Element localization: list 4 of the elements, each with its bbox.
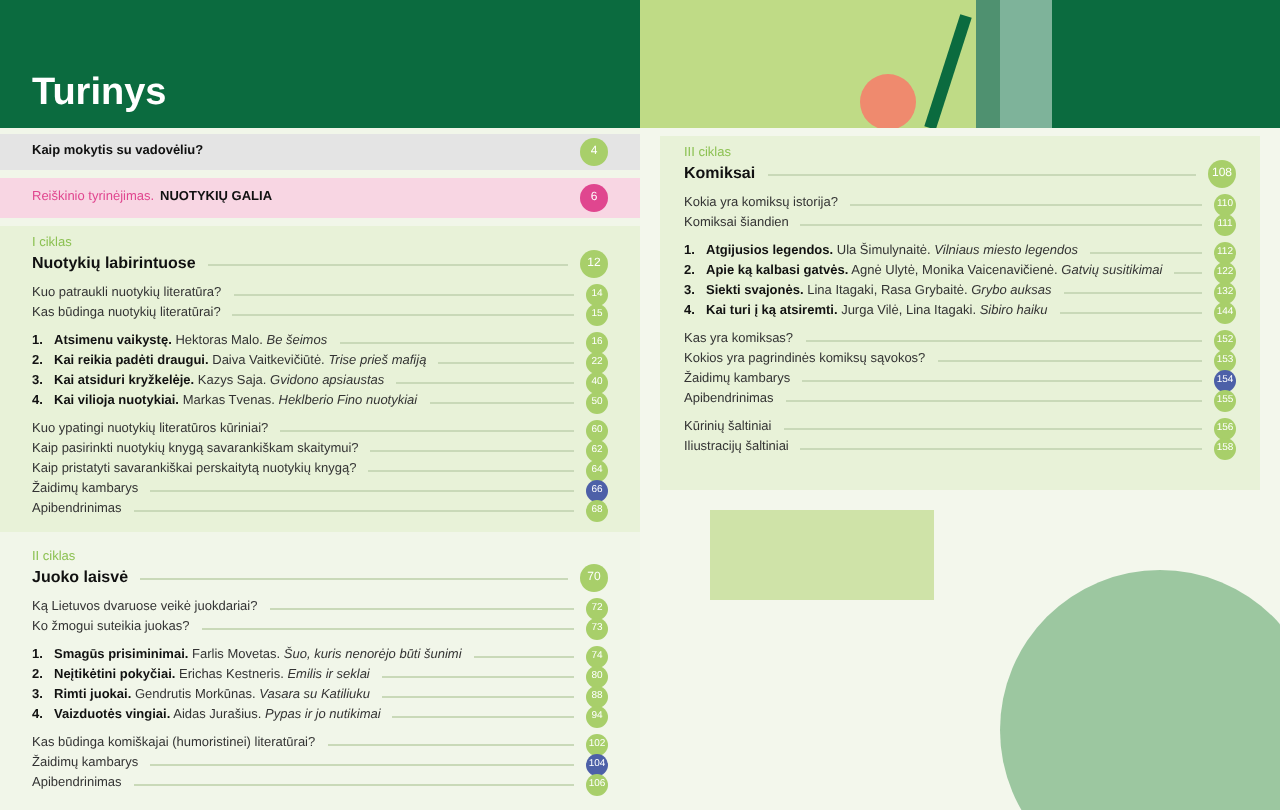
section-title: Komiksai (684, 162, 756, 186)
page-title: Turinys (32, 74, 167, 112)
section-title: Juoko laisvė (32, 566, 129, 590)
section-title: Nuotykių labirintuose (32, 252, 196, 276)
